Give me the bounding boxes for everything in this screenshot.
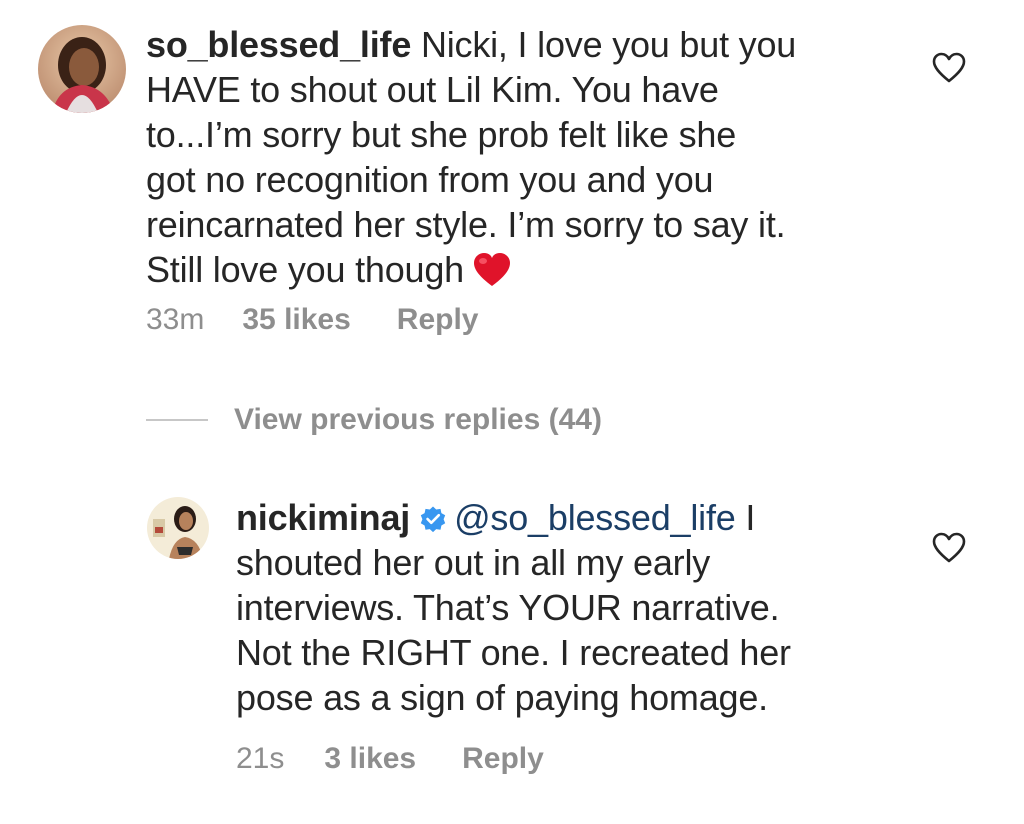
comment-text-line: pose as a sign of paying homage. <box>236 677 768 718</box>
view-previous-replies-label: View previous replies (44) <box>234 403 602 436</box>
comment-text-line: Nicki, I love you but you <box>411 24 797 65</box>
username[interactable]: nickiminaj <box>236 497 410 538</box>
comment-text-line: reincarnated her style. I’m sorry to say… <box>146 204 786 245</box>
likes-count[interactable]: 35 likes <box>242 303 350 336</box>
view-previous-replies-button[interactable]: View previous replies (44) <box>146 400 602 440</box>
verified-badge-icon <box>418 499 448 533</box>
mention-link[interactable]: @so_blessed_life <box>454 497 736 538</box>
avatar[interactable] <box>147 497 209 559</box>
divider-line <box>146 419 208 421</box>
reply-button[interactable]: Reply <box>462 742 544 775</box>
like-heart-icon[interactable] <box>932 52 966 84</box>
likes-count[interactable]: 3 likes <box>324 742 416 775</box>
comment-text-line: got no recognition from you and you <box>146 159 714 200</box>
comment-text-line: I <box>735 497 756 538</box>
avatar-image <box>38 25 126 113</box>
username[interactable]: so_blessed_life <box>146 24 411 65</box>
comment-meta: 33m 35 likes Reply <box>146 303 479 337</box>
red-heart-emoji-icon <box>472 252 512 288</box>
like-heart-icon[interactable] <box>932 532 966 564</box>
comment-text-line: HAVE to shout out Lil Kim. You have <box>146 69 719 110</box>
avatar[interactable] <box>38 25 126 113</box>
comment-meta: 21s 3 likes Reply <box>236 742 544 776</box>
comment-text-line: Not the RIGHT one. I recreated her <box>236 632 791 673</box>
comment-text-line: interviews. That’s YOUR narrative. <box>236 587 780 628</box>
timestamp: 21s <box>236 742 285 775</box>
avatar-image <box>147 497 209 559</box>
comment-text-line: Still love you though <box>146 249 465 290</box>
timestamp: 33m <box>146 303 205 336</box>
comment-body: so_blessed_life Nicki, I love you but yo… <box>146 22 916 292</box>
comment-text-line: shouted her out in all my early <box>236 542 711 583</box>
comment-body: nickiminaj @so_blessed_life I shouted her… <box>236 495 916 720</box>
reply-button[interactable]: Reply <box>397 303 479 336</box>
comment-text-line: to...I’m sorry but she prob felt like sh… <box>146 114 737 155</box>
